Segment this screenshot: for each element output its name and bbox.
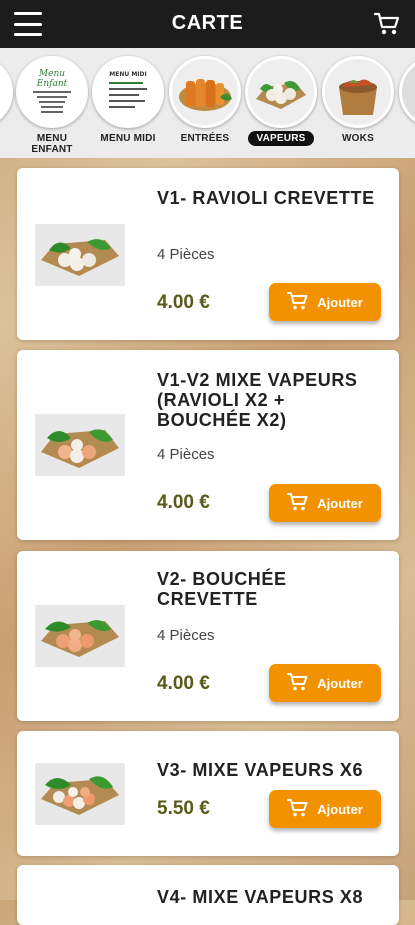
product-card[interactable]: V1- RAVIOLI CREVETTE 4 Pièces 4.00 € Ajo… xyxy=(17,168,399,340)
cart-icon xyxy=(287,291,309,314)
category-item-menu-midi[interactable]: MENU MIDI MENU MIDI xyxy=(89,56,167,144)
add-button-label: Ajouter xyxy=(317,495,363,511)
add-to-cart-button[interactable]: Ajouter xyxy=(269,484,381,522)
category-label: MENU ENFANT xyxy=(31,133,73,155)
product-card[interactable]: V4- MIXE VAPEURS X8 xyxy=(17,865,399,925)
category-bar: Menu Enfant MENU ENFANT MENU MIDI MENU MI… xyxy=(0,48,415,158)
cart-icon xyxy=(287,492,309,515)
product-name: V1- RAVIOLI CREVETTE xyxy=(157,188,375,208)
add-button-label: Ajouter xyxy=(317,801,363,817)
category-item-vapeurs[interactable]: VAPEURS xyxy=(242,56,320,146)
product-card[interactable]: V2- BOUCHÉE CREVETTE 4 Pièces 4.00 € Ajo… xyxy=(17,551,399,721)
add-to-cart-button[interactable]: Ajouter xyxy=(269,283,381,321)
product-description: 4 Pièces xyxy=(157,446,215,463)
top-bar: CARTE xyxy=(0,0,415,48)
category-label: VAPEURS xyxy=(242,131,320,146)
product-name: V2- BOUCHÉE CREVETTE xyxy=(157,569,287,609)
product-price: 5.50 € xyxy=(157,798,210,819)
category-image: MENU MIDI xyxy=(92,56,164,128)
svg-text:Enfant: Enfant xyxy=(36,79,68,89)
category-label: WOKS xyxy=(342,133,374,144)
page-title: CARTE xyxy=(171,12,244,34)
product-name: V1-V2 MIXE VAPEURS (RAVIOLI X2 + BOUCHÉE… xyxy=(157,370,358,430)
cart-icon xyxy=(287,672,309,695)
product-name: V3- MIXE VAPEURS X6 xyxy=(157,760,364,780)
category-label: ENTRÉES xyxy=(180,133,230,144)
product-image xyxy=(35,224,125,286)
product-name: V4- MIXE VAPEURS X8 xyxy=(157,887,364,907)
category-image xyxy=(245,56,317,128)
category-item-woks[interactable]: WOKS xyxy=(319,56,397,144)
add-button-label: Ajouter xyxy=(317,675,363,691)
category-item-menu-enfant[interactable]: Menu Enfant MENU ENFANT xyxy=(13,56,91,155)
svg-text:Menu: Menu xyxy=(38,69,65,79)
category-image: Menu Enfant xyxy=(16,56,88,128)
category-image xyxy=(0,56,13,128)
category-image xyxy=(169,56,241,128)
category-image xyxy=(399,56,415,128)
category-label: MENU MIDI xyxy=(100,133,156,144)
add-to-cart-button[interactable]: Ajouter xyxy=(269,790,381,828)
category-item-entrees[interactable]: ENTRÉES xyxy=(166,56,244,144)
product-price: 4.00 € xyxy=(157,673,210,694)
add-to-cart-button[interactable]: Ajouter xyxy=(269,664,381,702)
product-image xyxy=(35,605,125,667)
svg-text:MENU MIDI: MENU MIDI xyxy=(109,71,146,78)
product-price: 4.00 € xyxy=(157,492,210,513)
product-card[interactable]: V1-V2 MIXE VAPEURS (RAVIOLI X2 + BOUCHÉE… xyxy=(17,350,399,540)
product-price: 4.00 € xyxy=(157,292,210,313)
product-card[interactable]: V3- MIXE VAPEURS X6 5.50 € Ajouter xyxy=(17,731,399,856)
cart-icon xyxy=(287,798,309,821)
product-image xyxy=(35,763,125,825)
product-description: 4 Pièces xyxy=(157,246,215,263)
category-item-next[interactable] xyxy=(396,56,415,128)
cart-icon[interactable] xyxy=(373,11,401,37)
product-description: 4 Pièces xyxy=(157,627,215,644)
add-button-label: Ajouter xyxy=(317,294,363,310)
product-image xyxy=(35,414,125,476)
category-image xyxy=(322,56,394,128)
